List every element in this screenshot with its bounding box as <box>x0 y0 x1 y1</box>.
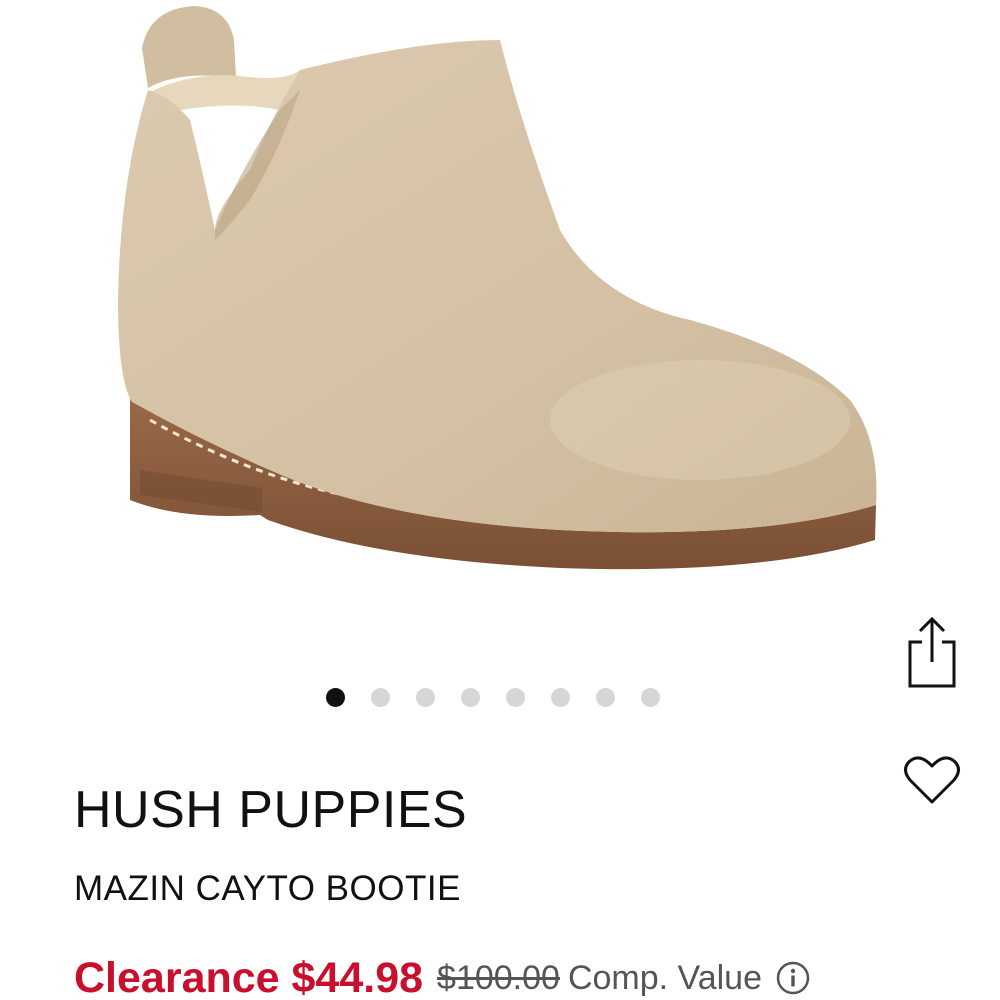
product-name: MAZIN CAYTO BOOTIE <box>74 869 461 908</box>
carousel-dot-5[interactable] <box>506 687 525 707</box>
carousel-dot-1[interactable] <box>326 687 345 707</box>
heart-icon <box>904 756 960 804</box>
comp-value-label: Comp. Value <box>567 958 762 997</box>
clearance-price: Clearance $44.98 <box>74 953 424 1000</box>
original-price: $100.00 <box>437 958 560 997</box>
image-carousel-dots <box>326 686 660 708</box>
carousel-dot-7[interactable] <box>596 687 615 707</box>
info-icon[interactable] <box>776 961 810 995</box>
carousel-dot-3[interactable] <box>416 687 435 707</box>
brand-name[interactable]: HUSH PUPPIES <box>74 780 467 840</box>
favorite-button[interactable] <box>896 744 968 816</box>
carousel-dot-8[interactable] <box>641 687 660 707</box>
bootie-illustration <box>118 6 877 570</box>
carousel-dot-4[interactable] <box>461 687 480 707</box>
product-image[interactable] <box>0 0 1000 660</box>
share-button[interactable] <box>896 612 968 692</box>
share-icon <box>908 616 956 688</box>
carousel-dot-6[interactable] <box>551 687 570 707</box>
price-row: Clearance $44.98 $100.00 Comp. Value <box>74 950 810 1000</box>
product-detail-screen: HUSH PUPPIES MAZIN CAYTO BOOTIE Clearanc… <box>0 0 1000 1000</box>
carousel-dot-2[interactable] <box>371 687 390 707</box>
